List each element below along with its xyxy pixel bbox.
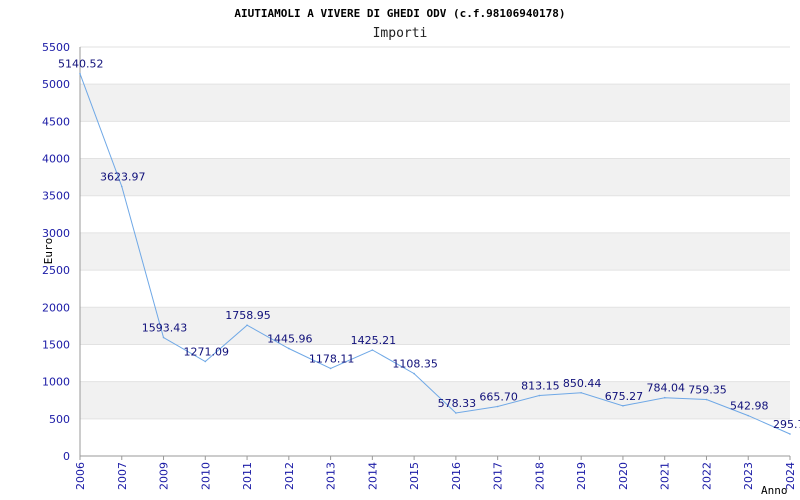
x-tick-label: 2016 bbox=[450, 462, 463, 490]
grid-band bbox=[80, 158, 790, 196]
data-point bbox=[580, 391, 582, 394]
data-label: 1445.96 bbox=[267, 332, 313, 345]
x-tick-label: 2022 bbox=[700, 462, 713, 490]
y-tick-label: 2500 bbox=[42, 264, 70, 277]
x-tick-label: 2011 bbox=[241, 462, 254, 490]
data-label: 3623.97 bbox=[100, 171, 146, 184]
y-tick-label: 2000 bbox=[42, 301, 70, 314]
data-label: 784.04 bbox=[646, 382, 685, 395]
data-point bbox=[413, 372, 415, 375]
data-label: 1425.21 bbox=[351, 334, 397, 347]
data-point bbox=[246, 324, 248, 326]
y-tick-label: 1500 bbox=[42, 338, 70, 351]
data-label: 850.44 bbox=[563, 377, 602, 390]
x-tick-label: 2006 bbox=[74, 462, 87, 490]
data-point bbox=[371, 349, 374, 351]
y-tick-label: 5000 bbox=[42, 78, 70, 91]
data-point bbox=[747, 414, 750, 417]
y-tick-label: 1000 bbox=[42, 376, 70, 389]
data-label: 5140.52 bbox=[58, 58, 104, 71]
data-label: 578.33 bbox=[438, 397, 477, 410]
data-point bbox=[496, 405, 499, 408]
data-point bbox=[663, 396, 666, 399]
x-tick-labels: 2006 2007 2009 2010 2011 2012 2013 2014 2015 2016… bbox=[74, 462, 797, 490]
y-tick-label: 500 bbox=[49, 413, 70, 426]
data-point bbox=[120, 185, 123, 188]
x-tick-label: 2018 bbox=[533, 462, 546, 490]
line-chart: AIUTIAMOLI A VIVERE DI GHEDI ODV (c.f.98… bbox=[42, 7, 800, 497]
data-point bbox=[204, 360, 207, 363]
grid-band bbox=[80, 84, 790, 122]
data-label: 295.7 bbox=[773, 418, 800, 431]
grid-band bbox=[80, 232, 790, 271]
data-point bbox=[622, 404, 624, 407]
data-point bbox=[538, 394, 541, 397]
y-tick-label: 4500 bbox=[42, 115, 70, 128]
x-tick-label: 2023 bbox=[742, 462, 755, 490]
x-tick-label: 2017 bbox=[492, 462, 505, 490]
x-tick-label: 2014 bbox=[366, 462, 379, 490]
data-point bbox=[162, 336, 165, 339]
data-label: 813.15 bbox=[521, 380, 560, 393]
x-tick-label: 2020 bbox=[617, 462, 630, 490]
data-point bbox=[455, 412, 457, 414]
x-tick-label: 2013 bbox=[325, 462, 338, 490]
data-label: 1593.43 bbox=[142, 322, 188, 335]
data-label: 1108.35 bbox=[392, 358, 438, 371]
y-tick-label: 0 bbox=[63, 450, 70, 463]
data-point bbox=[705, 398, 708, 401]
data-label: 1271.09 bbox=[184, 345, 230, 358]
x-tick-label: 2007 bbox=[116, 462, 129, 490]
x-tick-label: 2010 bbox=[199, 462, 212, 490]
x-tick-label: 2019 bbox=[575, 462, 588, 490]
y-tick-label: 3500 bbox=[42, 190, 70, 203]
data-label: 542.98 bbox=[730, 400, 769, 413]
chart-subtitle: Importi bbox=[373, 26, 428, 41]
x-tick-label: 2012 bbox=[283, 462, 296, 490]
x-tick-label: 2015 bbox=[408, 462, 421, 490]
data-label: 1178.11 bbox=[309, 352, 355, 365]
data-label: 665.70 bbox=[479, 390, 518, 403]
x-tick-label: 2009 bbox=[158, 462, 171, 490]
data-point bbox=[288, 347, 290, 350]
data-label: 675.27 bbox=[605, 390, 644, 403]
y-axis-title: Euro bbox=[42, 238, 55, 265]
y-tick-label: 5500 bbox=[42, 41, 70, 54]
data-point bbox=[789, 433, 791, 435]
data-point bbox=[79, 72, 81, 75]
x-tick-label: 2021 bbox=[659, 462, 672, 490]
data-point bbox=[329, 367, 332, 370]
y-tick-label: 4000 bbox=[42, 153, 70, 166]
x-axis-title: Anno bbox=[761, 484, 788, 497]
data-label: 1758.95 bbox=[225, 309, 271, 322]
chart-title: AIUTIAMOLI A VIVERE DI GHEDI ODV (c.f.98… bbox=[234, 7, 565, 20]
data-label: 759.35 bbox=[688, 384, 727, 397]
